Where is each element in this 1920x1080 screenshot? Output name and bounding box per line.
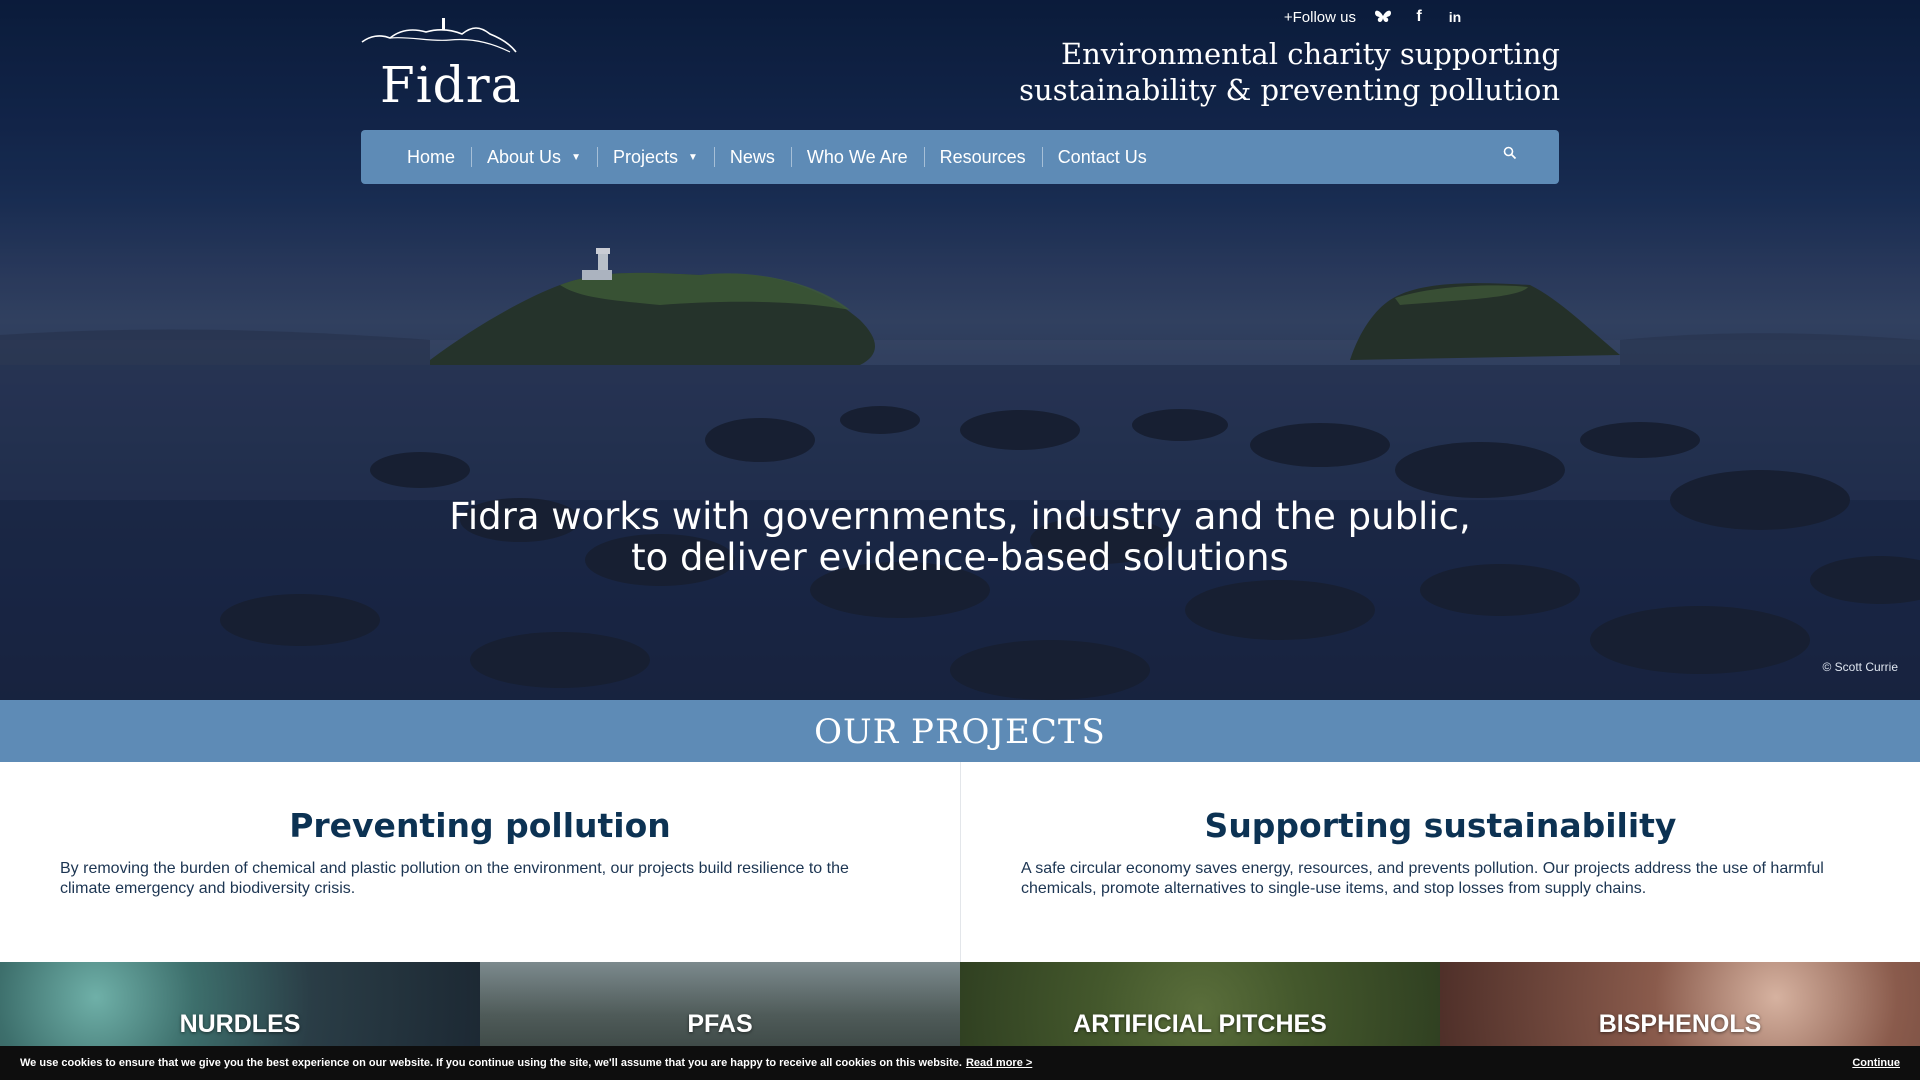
hero-headline-line-1: Fidra works with governments, industry a… (449, 495, 1471, 538)
nav-label: About Us (487, 146, 562, 167)
project-columns: Preventing pollution By removing the bur… (0, 762, 1920, 962)
column-heading: Supporting sustainability (1204, 806, 1677, 845)
tagline-line-2: sustainability & preventing pollution (1019, 73, 1560, 107)
nav-item-projects[interactable]: Projects ▼ (596, 145, 714, 169)
linkedin-icon[interactable]: in (1446, 8, 1464, 26)
nav-label: Projects (612, 146, 678, 167)
nav-item-home[interactable]: Home (391, 145, 471, 169)
nav-label: Contact Us (1057, 146, 1147, 167)
projects-title: OUR PROJECTS (814, 712, 1106, 752)
cookie-banner: We use cookies to ensure that we give yo… (0, 1046, 1920, 1080)
nav-item-about-us[interactable]: About Us ▼ (471, 145, 597, 169)
hero-banner: Fidra +Follow us f in Environmental char… (0, 0, 1920, 700)
nav-item-who-we-are[interactable]: Who We Are (790, 145, 924, 169)
hero-overlay (0, 0, 1920, 700)
nav-label: Resources (939, 146, 1026, 167)
butterfly-icon[interactable] (1374, 8, 1392, 26)
column-preventing-pollution: Preventing pollution By removing the bur… (0, 762, 960, 962)
cookie-read-more-link[interactable]: Read more > (966, 1057, 1032, 1069)
follow-label: +Follow us (1283, 8, 1356, 26)
tile-title: PFAS (687, 1010, 753, 1038)
nav-label: Home (407, 146, 456, 167)
tile-title: ARTIFICIAL PITCHES (1073, 1010, 1327, 1038)
column-supporting-sustainability: Supporting sustainability A safe circula… (960, 762, 1920, 962)
social-follow: +Follow us f in (1284, 8, 1464, 26)
column-heading: Preventing pollution (289, 806, 671, 845)
hero-headline: Fidra works with governments, industry a… (0, 496, 1920, 578)
hero-headline-line-2: to deliver evidence-based solutions (631, 536, 1289, 579)
column-text: A safe circular economy saves energy, re… (1021, 860, 1824, 897)
projects-band: OUR PROJECTS (0, 700, 1920, 762)
caret-down-icon: ▼ (571, 151, 581, 163)
cookie-text: We use cookies to ensure that we give yo… (20, 1057, 962, 1069)
nav-item-resources[interactable]: Resources (923, 145, 1042, 169)
column-text: By removing the burden of chemical and p… (60, 860, 849, 897)
nav-label: Who We Are (806, 146, 908, 167)
photo-credit: © Scott Currie (1822, 660, 1898, 674)
caret-down-icon: ▼ (688, 151, 698, 163)
site-tagline: Environmental charity supporting sustain… (1019, 36, 1560, 108)
main-navigation: Home About Us ▼ Projects ▼ News Who We Are… (361, 130, 1559, 184)
cookie-continue-button[interactable]: Continue (1852, 1057, 1900, 1069)
search-icon[interactable] (1503, 146, 1523, 166)
nav-label: News (729, 146, 775, 167)
logo-wordmark[interactable]: Fidra (380, 56, 521, 114)
nav-item-news[interactable]: News (713, 145, 791, 169)
tile-title: BISPHENOLS (1598, 1010, 1762, 1038)
tile-title: NURDLES (179, 1010, 301, 1038)
nav-item-contact-us[interactable]: Contact Us (1041, 145, 1163, 169)
tagline-line-1: Environmental charity supporting (1060, 37, 1560, 71)
facebook-icon[interactable]: f (1410, 8, 1428, 26)
